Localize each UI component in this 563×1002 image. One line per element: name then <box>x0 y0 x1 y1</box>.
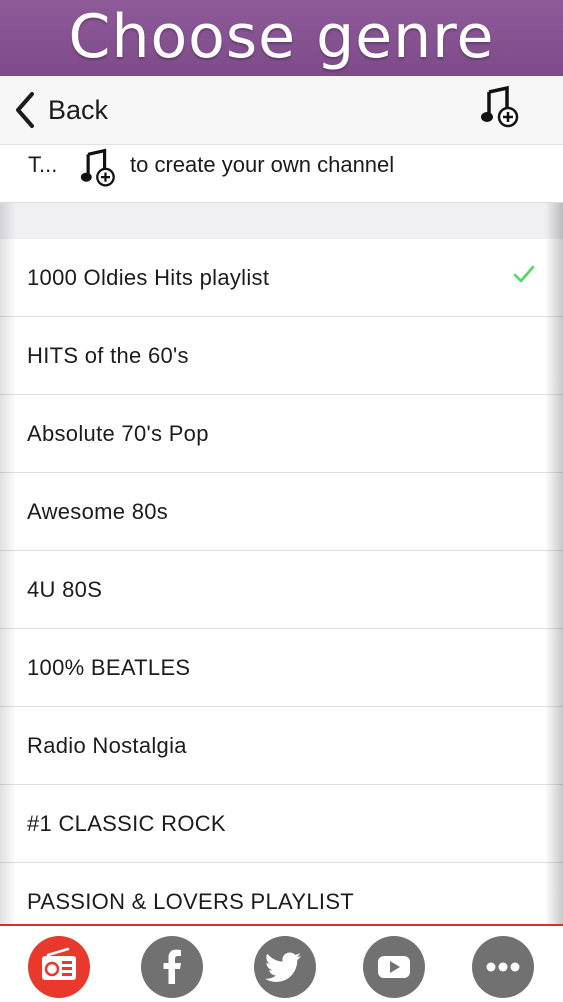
genre-row[interactable]: HITS of the 60's <box>0 317 563 395</box>
chevron-left-icon <box>16 92 34 128</box>
genre-label: PASSION & LOVERS PLAYLIST <box>27 888 355 914</box>
tab-facebook[interactable] <box>141 936 203 998</box>
twitter-icon <box>265 952 301 982</box>
bottom-tab-bar <box>0 924 563 1002</box>
facebook-icon <box>163 949 181 984</box>
checkmark-icon <box>513 265 535 283</box>
music-note-plus-icon <box>80 148 115 187</box>
genre-list[interactable]: 1000 Oldies Hits playlist HITS of the 60… <box>0 239 563 924</box>
back-button[interactable]: Back <box>12 88 108 132</box>
navigation-bar: Back <box>0 76 563 145</box>
radio-icon <box>42 947 76 980</box>
more-icon <box>486 962 520 972</box>
genre-row[interactable]: Awesome 80s <box>0 473 563 551</box>
tab-more[interactable] <box>472 936 534 998</box>
genre-row[interactable]: #1 CLASSIC ROCK <box>0 785 563 863</box>
hint-text: to create your own channel <box>130 152 395 177</box>
music-note-plus-icon <box>481 85 519 128</box>
tab-twitter[interactable] <box>254 936 316 998</box>
banner-title: Choose genre <box>68 2 495 72</box>
genre-label: Radio Nostalgia <box>27 732 187 758</box>
genre-row[interactable]: 4U 80S <box>0 551 563 629</box>
genre-row[interactable]: Radio Nostalgia <box>0 707 563 785</box>
genre-row[interactable]: Absolute 70's Pop <box>0 395 563 473</box>
genre-label: 4U 80S <box>27 576 103 602</box>
create-channel-hint: T... to create your own channel <box>0 145 563 203</box>
tab-youtube[interactable] <box>363 936 425 998</box>
title-banner: Choose genre <box>0 0 563 76</box>
genre-row[interactable]: PASSION & LOVERS PLAYLIST <box>0 863 563 924</box>
genre-label: #1 CLASSIC ROCK <box>27 810 226 836</box>
genre-label: Awesome 80s <box>27 498 169 524</box>
genre-row[interactable]: 100% BEATLES <box>0 629 563 707</box>
back-label: Back <box>48 94 109 125</box>
genre-label: Absolute 70's Pop <box>27 420 209 446</box>
section-separator <box>0 203 563 240</box>
genre-label: HITS of the 60's <box>27 342 189 368</box>
tab-radio[interactable] <box>28 936 90 998</box>
youtube-icon <box>378 956 410 978</box>
genre-row[interactable]: 1000 Oldies Hits playlist <box>0 239 563 317</box>
create-channel-button[interactable] <box>481 84 523 130</box>
genre-label: 100% BEATLES <box>27 654 191 680</box>
genre-label: 1000 Oldies Hits playlist <box>27 264 270 290</box>
hint-prefix: T... <box>28 152 58 177</box>
